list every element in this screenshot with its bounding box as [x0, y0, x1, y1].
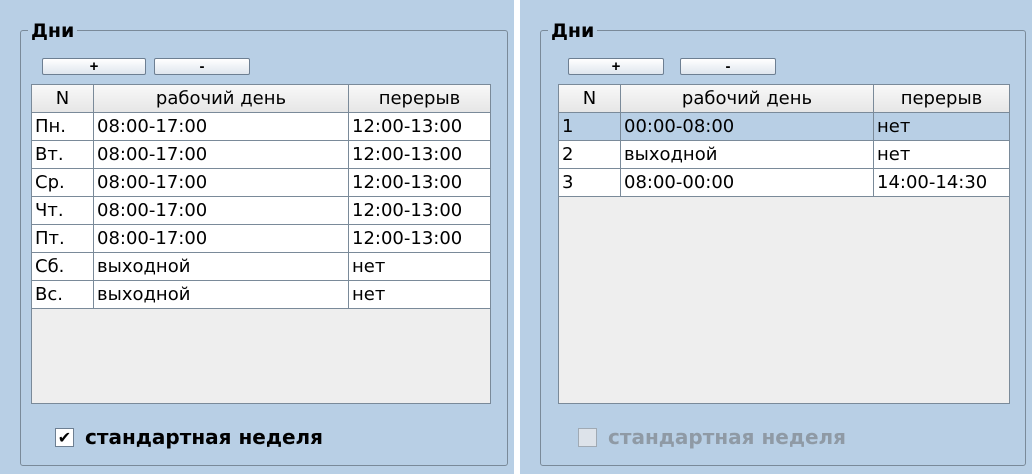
table-row[interactable]: Вт. 08:00-17:00 12:00-13:00: [32, 141, 490, 169]
table-row[interactable]: Чт. 08:00-17:00 12:00-13:00: [32, 197, 490, 225]
table-row[interactable]: Пн. 08:00-17:00 12:00-13:00: [32, 113, 490, 141]
cell-n[interactable]: Ср.: [32, 169, 94, 197]
table-header: N рабочий день перерыв: [32, 85, 490, 113]
cell-n[interactable]: 3: [559, 169, 621, 197]
cell-break[interactable]: 12:00-13:00: [349, 197, 490, 225]
cell-workday[interactable]: 00:00-08:00: [621, 113, 874, 141]
table-header: N рабочий день перерыв: [559, 85, 1009, 113]
column-header-break[interactable]: перерыв: [349, 85, 490, 113]
column-header-break[interactable]: перерыв: [874, 85, 1009, 113]
cell-workday[interactable]: выходной: [94, 281, 349, 309]
standard-week-checkbox[interactable]: ✔: [55, 428, 74, 447]
standard-week-checkbox[interactable]: [578, 428, 597, 447]
days-table[interactable]: N рабочий день перерыв 1 00:00-08:00 нет 2 в…: [558, 84, 1010, 404]
cell-n[interactable]: Сб.: [32, 253, 94, 281]
cell-break[interactable]: нет: [349, 253, 490, 281]
cell-workday[interactable]: выходной: [621, 141, 874, 169]
cell-workday[interactable]: 08:00-17:00: [94, 169, 349, 197]
cell-n[interactable]: 2: [559, 141, 621, 169]
cell-workday[interactable]: 08:00-17:00: [94, 197, 349, 225]
table-row[interactable]: Ср. 08:00-17:00 12:00-13:00: [32, 169, 490, 197]
column-header-n[interactable]: N: [559, 85, 621, 113]
cell-n[interactable]: 1: [559, 113, 621, 141]
cell-workday[interactable]: выходной: [94, 253, 349, 281]
days-table[interactable]: N рабочий день перерыв Пн. 08:00-17:00 12:…: [31, 84, 491, 404]
add-day-button[interactable]: +: [42, 58, 146, 75]
table-row[interactable]: Пт. 08:00-17:00 12:00-13:00: [32, 225, 490, 253]
cell-n[interactable]: Пт.: [32, 225, 94, 253]
days-panel-right: Дни + - N рабочий день перерыв 1 00:00-08…: [520, 0, 1032, 474]
cell-n[interactable]: Пн.: [32, 113, 94, 141]
standard-week-label: стандартная неделя: [608, 425, 847, 449]
cell-break[interactable]: нет: [874, 141, 1009, 169]
column-header-n[interactable]: N: [32, 85, 94, 113]
column-header-workday[interactable]: рабочий день: [621, 85, 874, 113]
add-day-button[interactable]: +: [568, 58, 664, 75]
remove-day-button[interactable]: -: [680, 58, 776, 75]
cell-n[interactable]: Чт.: [32, 197, 94, 225]
table-row[interactable]: 2 выходной нет: [559, 141, 1009, 169]
standard-week-option[interactable]: ✔ стандартная неделя: [55, 425, 375, 452]
group-title: Дни: [548, 20, 598, 42]
cell-workday[interactable]: 08:00-00:00: [621, 169, 874, 197]
cell-workday[interactable]: 08:00-17:00: [94, 225, 349, 253]
cell-workday[interactable]: 08:00-17:00: [94, 113, 349, 141]
table-row[interactable]: 3 08:00-00:00 14:00-14:30: [559, 169, 1009, 197]
cell-break[interactable]: 12:00-13:00: [349, 113, 490, 141]
cell-break[interactable]: нет: [874, 113, 1009, 141]
days-panel-left: Дни + - N рабочий день перерыв Пн. 08:00-…: [0, 0, 514, 474]
table-row[interactable]: 1 00:00-08:00 нет: [559, 113, 1009, 141]
remove-day-button[interactable]: -: [154, 58, 250, 75]
cell-n[interactable]: Вс.: [32, 281, 94, 309]
cell-break[interactable]: 12:00-13:00: [349, 169, 490, 197]
table-row[interactable]: Сб. выходной нет: [32, 253, 490, 281]
cell-break[interactable]: нет: [349, 281, 490, 309]
standard-week-label: стандартная неделя: [85, 425, 324, 449]
cell-break[interactable]: 14:00-14:30: [874, 169, 1009, 197]
cell-break[interactable]: 12:00-13:00: [349, 141, 490, 169]
cell-n[interactable]: Вт.: [32, 141, 94, 169]
table-row[interactable]: Вс. выходной нет: [32, 281, 490, 309]
cell-workday[interactable]: 08:00-17:00: [94, 141, 349, 169]
group-title: Дни: [28, 20, 78, 42]
column-header-workday[interactable]: рабочий день: [94, 85, 349, 113]
cell-break[interactable]: 12:00-13:00: [349, 225, 490, 253]
standard-week-option[interactable]: стандартная неделя: [578, 425, 898, 452]
